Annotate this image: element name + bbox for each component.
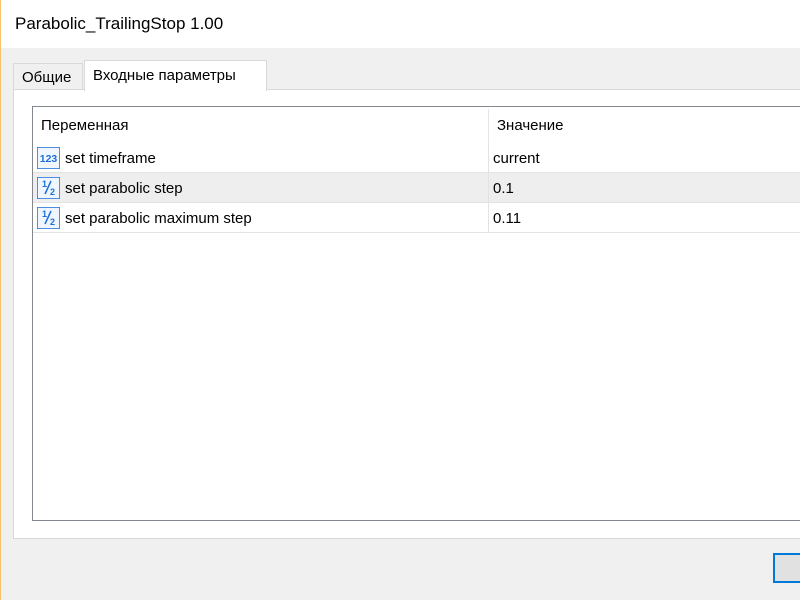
parameter-value[interactable]: current: [493, 150, 540, 167]
ok-button[interactable]: [773, 553, 800, 583]
column-header-variable[interactable]: Переменная: [41, 117, 129, 134]
svg-text:123: 123: [40, 153, 58, 165]
tab-panel-input-parameters: Переменная Значение 123 set timeframe cu…: [13, 89, 800, 539]
table-row[interactable]: 1 2 set parabolic maximum step 0.11: [33, 203, 800, 233]
column-header-value[interactable]: Значение: [497, 117, 564, 134]
svg-text:2: 2: [50, 187, 55, 197]
parameter-name: set parabolic step: [65, 180, 183, 197]
table-row[interactable]: 1 2 set parabolic step 0.1: [33, 173, 800, 203]
fraction-half-icon: 1 2: [37, 177, 60, 199]
tab-general[interactable]: Общие: [13, 63, 83, 89]
tab-input-parameters[interactable]: Входные параметры: [84, 60, 267, 91]
svg-text:2: 2: [50, 217, 55, 227]
integer-123-icon: 123: [37, 147, 60, 169]
parameter-name: set parabolic maximum step: [65, 210, 252, 227]
svg-text:1: 1: [42, 179, 47, 189]
table-row[interactable]: 123 set timeframe current: [33, 143, 800, 173]
window-title: Parabolic_TrailingStop 1.00: [15, 14, 224, 33]
parameter-value[interactable]: 0.11: [493, 210, 521, 227]
title-bar[interactable]: Parabolic_TrailingStop 1.00: [1, 0, 800, 48]
grid-header: Переменная Значение: [33, 107, 800, 143]
fraction-half-icon: 1 2: [37, 207, 60, 229]
column-separator[interactable]: [488, 109, 489, 143]
dialog-window: Parabolic_TrailingStop 1.00 Общие Входны…: [0, 0, 800, 600]
parameters-grid: Переменная Значение 123 set timeframe cu…: [32, 106, 800, 521]
parameter-name: set timeframe: [65, 150, 156, 167]
parameter-value[interactable]: 0.1: [493, 180, 514, 197]
svg-text:1: 1: [42, 209, 47, 219]
